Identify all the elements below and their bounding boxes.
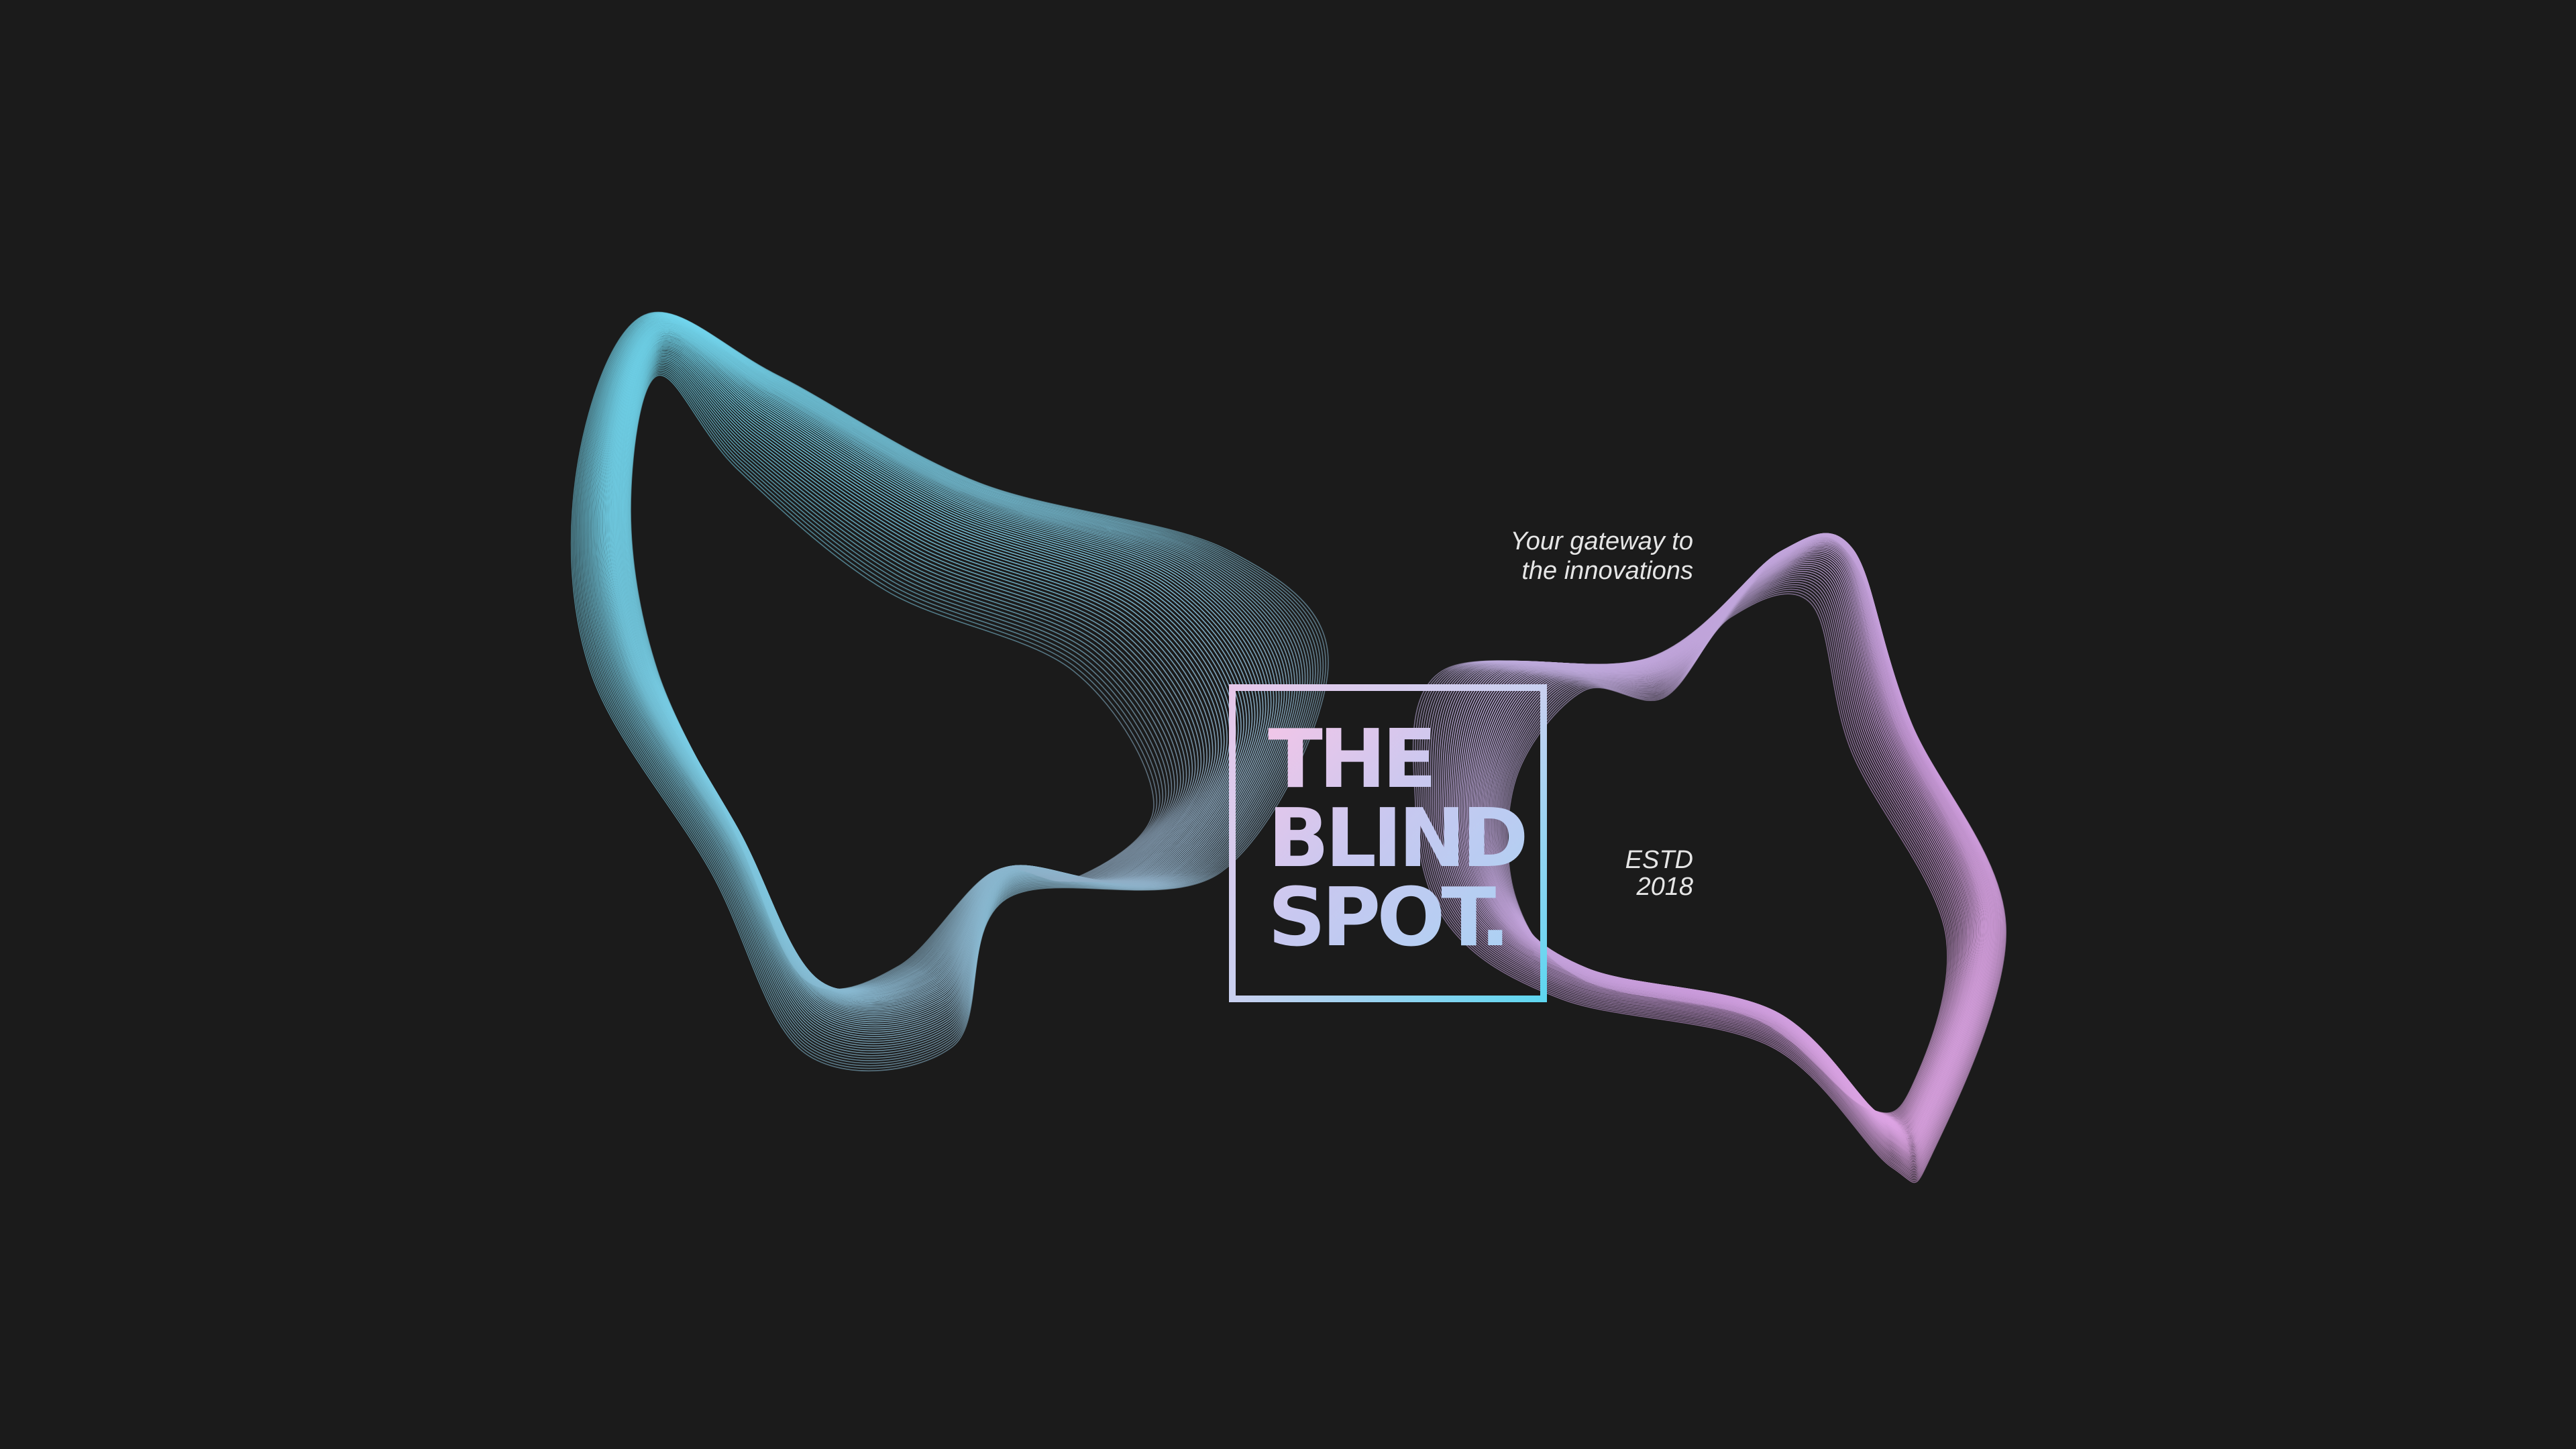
mesh-line [616, 338, 1225, 998]
logo-line-2: BLIND [1268, 792, 1525, 885]
mesh-line [621, 349, 1202, 993]
mesh-line [608, 328, 1250, 1008]
mesh-line [598, 321, 1275, 1023]
mesh-line [619, 343, 1214, 995]
mesh-line [1494, 568, 1963, 1121]
mesh-line [1490, 563, 1967, 1124]
mesh-line [610, 330, 1244, 1005]
mesh-line [1476, 546, 1979, 1132]
established-line-1: ESTD [1625, 846, 1693, 874]
mesh-line [1491, 564, 1966, 1123]
mesh-line [1489, 561, 1968, 1124]
mesh-line [1481, 550, 1976, 1130]
poster-canvas: Your gateway to the innovations THE BLIN… [0, 0, 2576, 1449]
mesh-line [594, 319, 1283, 1029]
mesh-line [600, 322, 1269, 1019]
mesh-line [609, 329, 1247, 1006]
mesh-line [617, 341, 1219, 996]
mesh-line [1495, 571, 1962, 1120]
established-line-2: 2018 [1636, 873, 1693, 901]
mesh-line [602, 323, 1267, 1017]
logo-frame: THE BLIND SPOT. [1229, 684, 1547, 1002]
mesh-line [620, 346, 1208, 994]
mesh-line [605, 325, 1258, 1012]
mesh-line [597, 320, 1277, 1024]
mesh-line [628, 368, 1167, 990]
tagline-line-1: Your gateway to [1510, 527, 1693, 555]
tagline: Your gateway to the innovations [1442, 527, 1693, 586]
mesh-line [1486, 557, 1971, 1126]
mesh-line [607, 327, 1253, 1009]
logo-line-3: SPOT. [1268, 871, 1507, 965]
mesh-line [596, 319, 1280, 1027]
mesh-line [1487, 559, 1970, 1125]
established-label: ESTD 2018 [1563, 847, 1693, 900]
mesh-line [592, 318, 1288, 1033]
mesh-line [593, 318, 1285, 1031]
left-mesh-wave [570, 311, 1329, 1072]
mesh-line [614, 335, 1230, 1000]
mesh-line [629, 373, 1158, 990]
mesh-line [604, 325, 1261, 1014]
mesh-line [623, 352, 1196, 992]
mesh-line [1483, 553, 1974, 1128]
mesh-line [1485, 555, 1972, 1127]
logo-wordmark: THE BLIND SPOT. [1268, 720, 1525, 958]
tagline-line-2: the innovations [1521, 557, 1693, 585]
mesh-line [612, 333, 1236, 1002]
mesh-line [613, 334, 1234, 1000]
mesh-line [1482, 552, 1974, 1128]
mesh-line [615, 337, 1228, 999]
mesh-line [612, 332, 1239, 1003]
mesh-line [1493, 566, 1964, 1122]
mesh-line [1471, 542, 1982, 1136]
logo-line-1: THE [1268, 713, 1434, 806]
